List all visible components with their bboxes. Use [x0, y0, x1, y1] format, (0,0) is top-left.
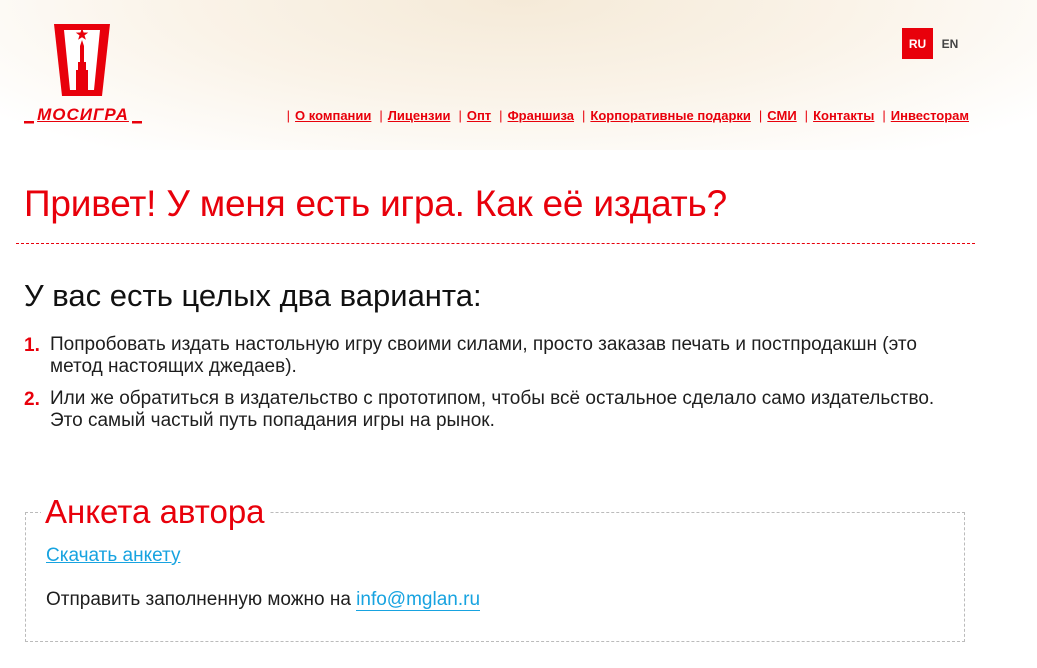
list-item: 2. Или же обратиться в издательство с пр…: [24, 388, 964, 432]
section-subtitle: У вас есть целых два варианта:: [24, 278, 482, 313]
lang-en-button[interactable]: EN: [935, 28, 965, 59]
email-link[interactable]: info@mglan.ru: [356, 589, 481, 611]
option-text: Или же обратиться в издательство с прото…: [50, 388, 935, 431]
author-form-box: Анкета автора Скачать анкету Отправить з…: [25, 493, 965, 642]
nav-licenses-link[interactable]: Лицензии: [388, 108, 451, 123]
form-title: Анкета автора: [41, 493, 269, 531]
options-list: 1. Попробовать издать настольную игру св…: [24, 334, 964, 442]
nav-investors-link[interactable]: Инвесторам: [891, 108, 969, 123]
download-form-link[interactable]: Скачать анкету: [46, 545, 180, 567]
nav-contacts-link[interactable]: Контакты: [813, 108, 874, 123]
send-instructions: Отправить заполненную можно на info@mgla…: [46, 589, 481, 611]
option-text: Попробовать издать настольную игру своим…: [50, 334, 917, 377]
nav-media-link[interactable]: СМИ: [767, 108, 796, 123]
nav-franchise-link[interactable]: Франшиза: [508, 108, 574, 123]
nav-about-link[interactable]: О компании: [295, 108, 371, 123]
divider: [16, 243, 975, 244]
option-number: 2.: [24, 389, 40, 410]
mosigra-logo[interactable]: МОСИГРА: [24, 20, 142, 130]
lang-ru-button[interactable]: RU: [902, 28, 933, 59]
nav-wholesale-link[interactable]: Опт: [467, 108, 491, 123]
logo-text: МОСИГРА: [37, 105, 129, 124]
nav-corporate-gifts-link[interactable]: Корпоративные подарки: [590, 108, 750, 123]
send-text: Отправить заполненную можно на: [46, 589, 351, 610]
option-number: 1.: [24, 335, 40, 356]
header-background: [0, 0, 1037, 150]
top-navigation: | О компании | Лицензии | Опт | Франшиза | Ко…: [286, 108, 969, 123]
list-item: 1. Попробовать издать настольную игру св…: [24, 334, 964, 378]
page-title: Привет! У меня есть игра. Как её издать?: [24, 183, 727, 224]
